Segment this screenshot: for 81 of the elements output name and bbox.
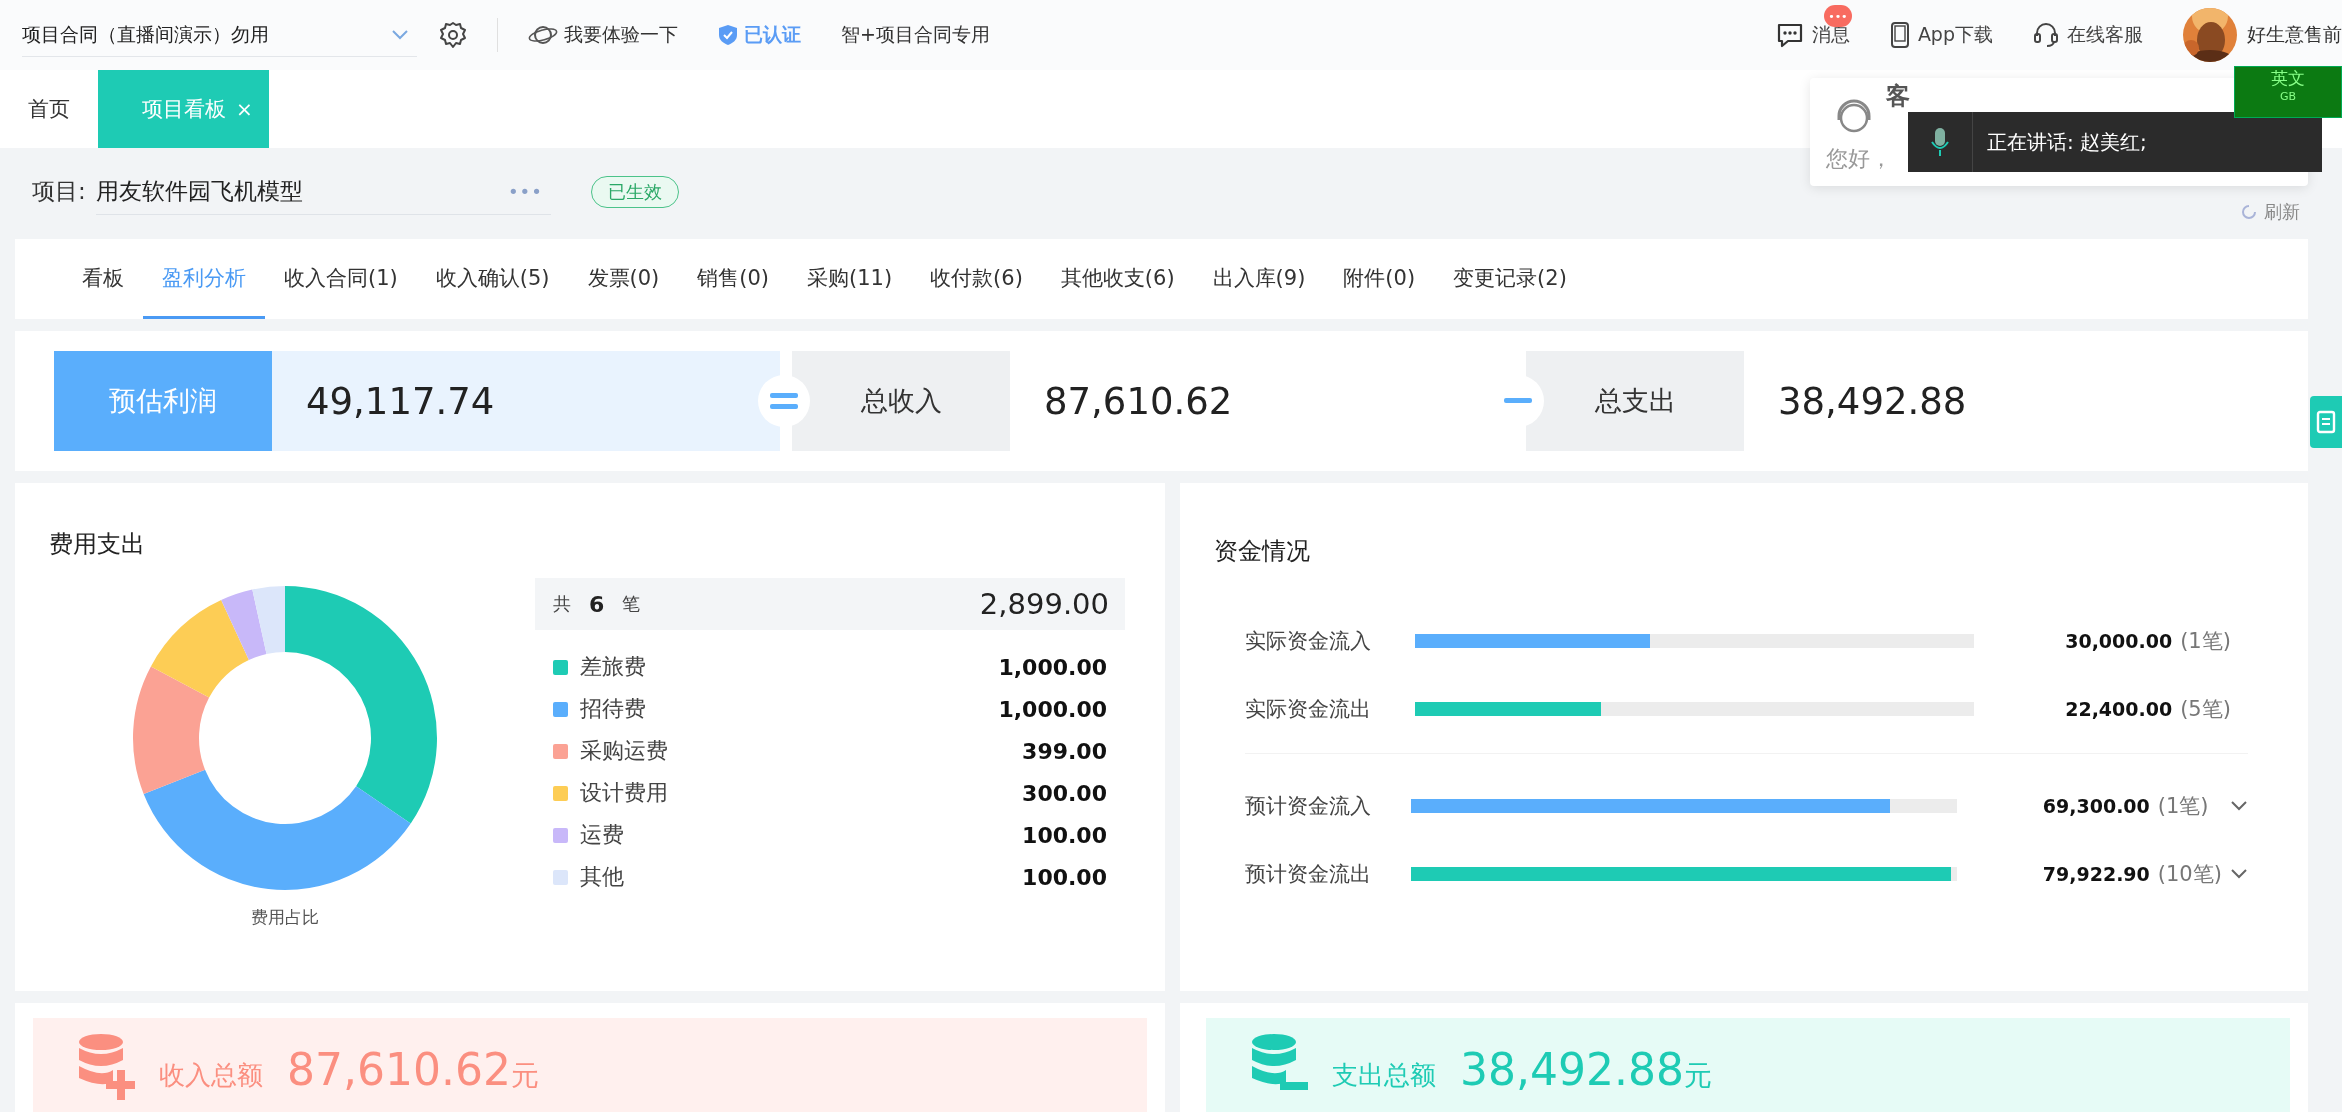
equals-icon: [770, 391, 798, 411]
settings-icon[interactable]: [439, 21, 467, 49]
project-field[interactable]: 用友软件园飞机模型 •••: [95, 168, 551, 215]
fund-label: 预计资金流出: [1245, 861, 1372, 888]
greeting-text: 您好，: [1826, 145, 1892, 173]
user-name[interactable]: 好生意售前: [2247, 22, 2342, 48]
sub-tab[interactable]: 采购(11): [788, 239, 912, 319]
summary-label: 总支出: [1526, 351, 1744, 451]
legend-amount: 100.00: [1022, 822, 1107, 848]
header-link[interactable]: 智+项目合同专用: [841, 22, 990, 48]
sub-tab[interactable]: 出入库(9): [1193, 239, 1325, 319]
field-label: 项目:: [32, 177, 86, 206]
fund-count: (10笔): [2157, 861, 2223, 888]
fund-count: (1笔): [2180, 628, 2232, 655]
ime-toolbar[interactable]: 英文 GB: [2234, 66, 2342, 118]
count-prefix: 共: [553, 592, 571, 616]
legend-label: 招待费: [580, 695, 646, 723]
phone-icon: [1889, 21, 1910, 49]
fund-amount: 79,922.90: [2041, 863, 2150, 885]
legend-label: 设计费用: [580, 779, 668, 807]
total-amount: 38,492.88元: [1460, 1044, 1712, 1095]
summary-value: 87,610.62: [1043, 378, 1234, 425]
planet-icon: [528, 24, 558, 46]
legend-label: 其他: [580, 863, 624, 891]
sub-tab[interactable]: 收付款(6): [911, 239, 1042, 319]
ime-charset[interactable]: GB: [2279, 90, 2297, 103]
fund-amount: 22,400.00: [2064, 698, 2173, 720]
header-link[interactable]: 在线客服: [2067, 22, 2143, 48]
legend-label: 差旅费: [580, 653, 646, 681]
project-select[interactable]: 项目合同（直播间演示）勿用: [22, 13, 417, 57]
legend-amount: 1,000.00: [998, 696, 1107, 722]
fund-count: (5笔): [2180, 696, 2232, 723]
total-label: 收入总额: [159, 1059, 263, 1092]
fund-count: (1笔): [2157, 793, 2210, 820]
microphone-icon: [1930, 126, 1950, 158]
shield-icon: [718, 24, 738, 46]
chevron-down-icon[interactable]: [2230, 800, 2248, 812]
ime-mode[interactable]: 英文: [2271, 67, 2305, 90]
sub-tab[interactable]: 看板: [63, 239, 143, 319]
summary-label: 预估利润: [54, 351, 272, 451]
sub-tab[interactable]: 收入合同(1): [265, 239, 417, 319]
summary-value: 38,492.88: [1777, 378, 1968, 425]
header-link[interactable]: 我要体验一下: [564, 22, 678, 48]
sub-tab[interactable]: 其他收支(6): [1041, 239, 1194, 319]
fund-label: 实际资金流入: [1245, 628, 1372, 655]
document-icon: [2316, 410, 2336, 434]
total-amount: 87,610.62元: [287, 1044, 539, 1095]
count-suffix: 笔: [622, 592, 641, 616]
chart-caption: 费用占比: [251, 906, 319, 929]
fund-label: 预计资金流入: [1245, 793, 1372, 820]
legend-amount: 100.00: [1022, 864, 1107, 890]
record-count: 6: [589, 591, 605, 617]
page-tab[interactable]: 首页: [0, 70, 98, 148]
minus-icon: [1504, 398, 1532, 404]
legend-amount: 399.00: [1022, 738, 1107, 764]
fund-label: 实际资金流出: [1245, 696, 1372, 723]
toast-text: 正在讲话: 赵美红;: [1987, 128, 2147, 156]
sub-tab[interactable]: 变更记录(2): [1434, 239, 1586, 319]
legend-amount: 1,000.00: [998, 654, 1107, 680]
popup-title: 客: [1886, 81, 1910, 112]
sub-tab[interactable]: 发票(0): [568, 239, 679, 319]
headset-icon: [2033, 21, 2059, 49]
fund-amount: 69,300.00: [2041, 795, 2150, 817]
panel-title: 资金情况: [1214, 536, 1310, 567]
panel-title: 费用支出: [49, 529, 145, 560]
sub-tab[interactable]: 收入确认(5): [416, 239, 569, 319]
legend-label: 运费: [580, 821, 624, 849]
sub-tab[interactable]: 附件(0): [1324, 239, 1435, 319]
legend-label: 采购运费: [580, 737, 668, 765]
sub-tab[interactable]: 销售(0): [678, 239, 788, 319]
fund-amount: 30,000.00: [2064, 630, 2173, 652]
expense-total: 2,899.00: [979, 587, 1109, 621]
total-label: 支出总额: [1332, 1059, 1436, 1092]
legend-amount: 300.00: [1022, 780, 1107, 806]
summary-label: 总收入: [792, 351, 1010, 451]
chat-icon: [1775, 21, 1804, 49]
summary-value: 49,117.74: [272, 351, 780, 451]
header-link[interactable]: App下载: [1917, 22, 1993, 48]
chevron-down-icon[interactable]: [2230, 868, 2248, 880]
status-tag: 已生效: [590, 175, 679, 208]
database-plus-icon: [77, 1032, 135, 1102]
